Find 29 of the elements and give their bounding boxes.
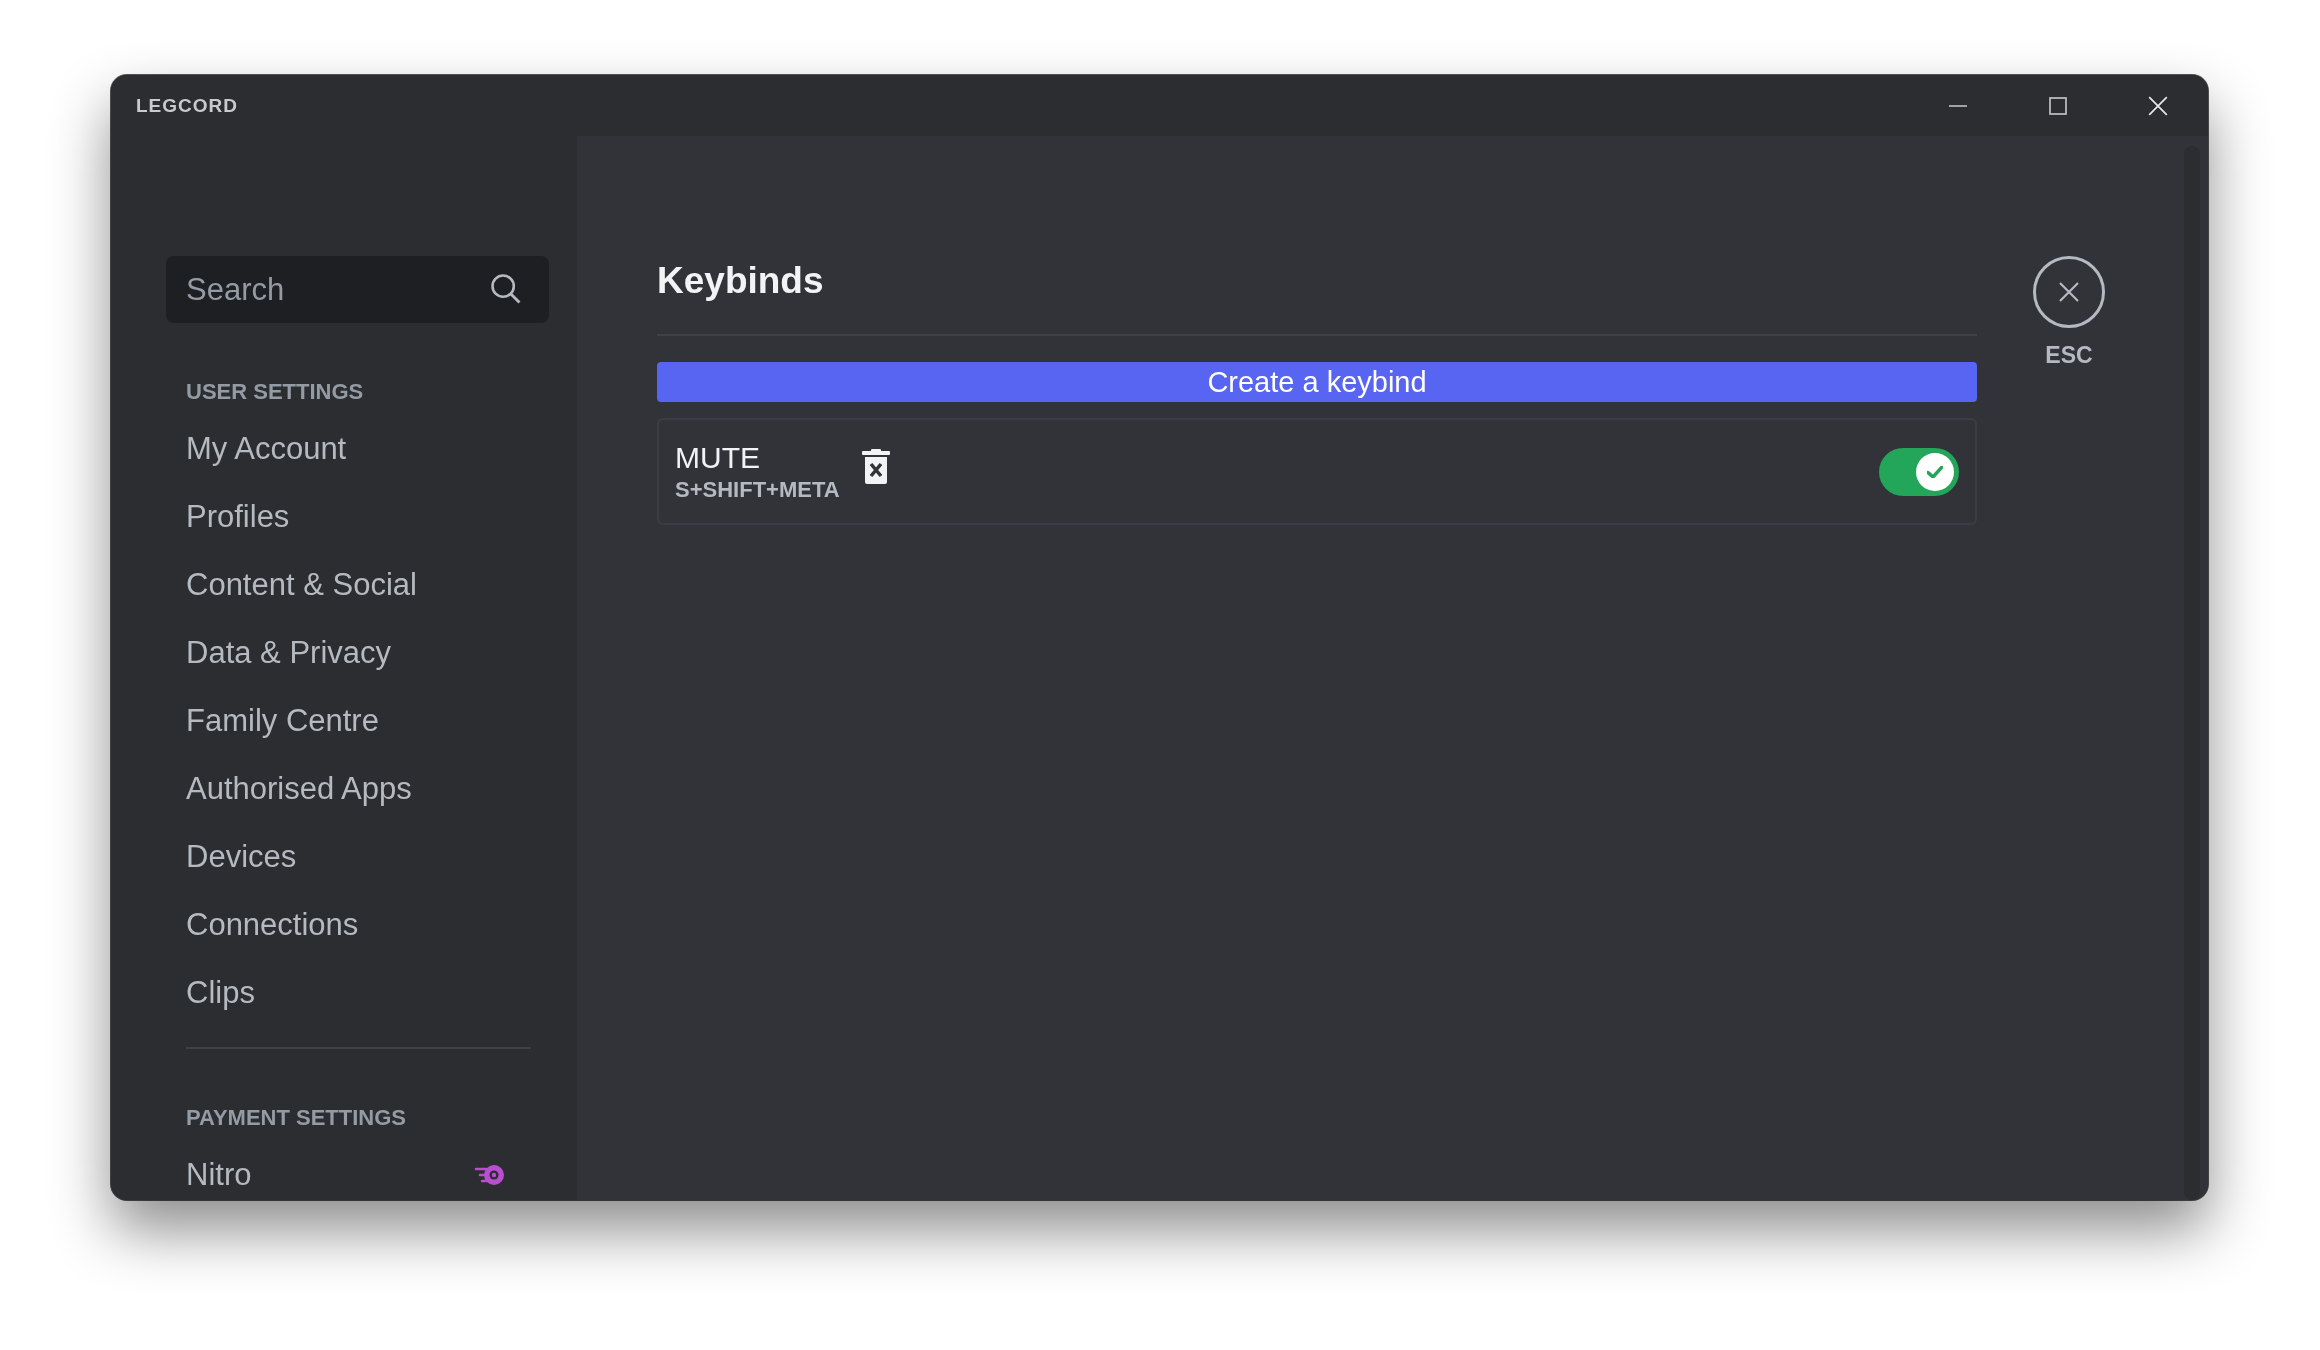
keybind-name: MUTE xyxy=(675,440,761,475)
sidebar-item[interactable]: Nitro xyxy=(186,1141,536,1200)
close-icon xyxy=(2057,280,2081,304)
section-heading: PAYMENT SETTINGS xyxy=(186,1105,408,1131)
minimize-icon xyxy=(1948,104,1968,107)
sidebar-item[interactable]: Devices xyxy=(186,823,536,891)
keybind-keys: S+SHIFT+META xyxy=(675,476,840,503)
section-heading: USER SETTINGS xyxy=(186,379,365,405)
sidebar-item[interactable]: Content & Social xyxy=(186,551,536,619)
sidebar-item[interactable]: Clips xyxy=(186,959,536,1027)
page-title: Keybinds xyxy=(657,260,825,303)
maximize-icon xyxy=(2048,95,2068,116)
nitro-icon xyxy=(474,1163,506,1187)
sidebar-item[interactable]: My Account xyxy=(186,415,536,483)
check-icon xyxy=(1927,465,1943,478)
sidebar-item[interactable]: Data & Privacy xyxy=(186,619,536,687)
sidebar-item[interactable]: Family Centre xyxy=(186,687,536,755)
sidebar-item[interactable]: Authorised Apps xyxy=(186,755,536,823)
search-field[interactable]: Search xyxy=(166,256,549,323)
esc-label: ESC xyxy=(2045,342,2093,369)
close-settings-button[interactable] xyxy=(2033,256,2105,328)
app-logo: LEGCORD xyxy=(136,94,239,117)
sidebar-item[interactable]: Connections xyxy=(186,891,536,959)
close-icon xyxy=(2147,94,2169,117)
toggle-switch[interactable] xyxy=(1879,447,1959,496)
search-icon xyxy=(489,272,523,306)
delete-icon[interactable] xyxy=(861,448,890,485)
sidebar-item[interactable]: Profiles xyxy=(186,483,536,551)
create-keybind-button[interactable]: Create a keybind xyxy=(657,362,1977,402)
